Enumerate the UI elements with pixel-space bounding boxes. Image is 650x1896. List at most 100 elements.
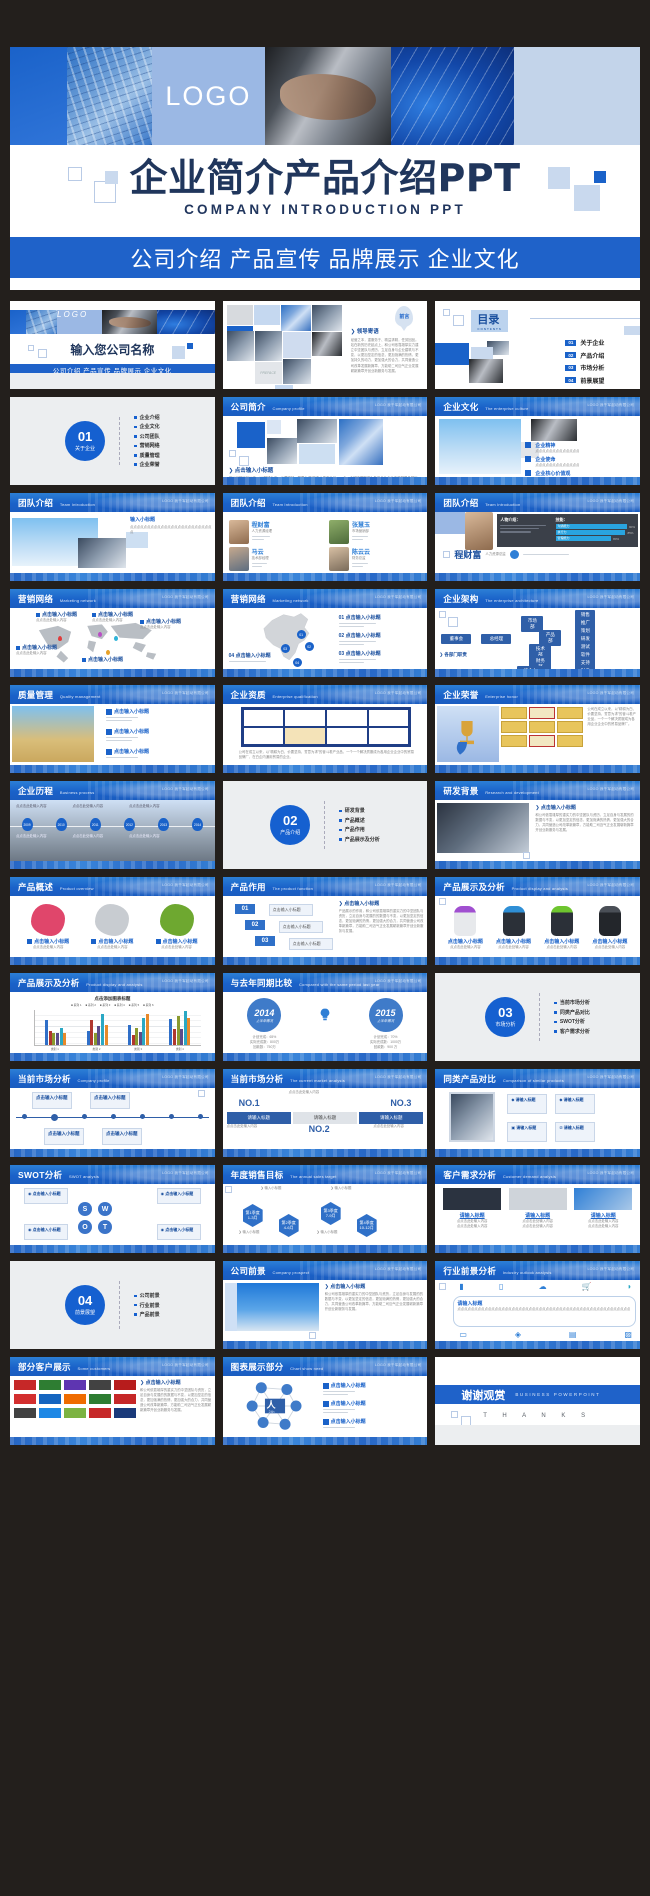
label-no: 04 — [228, 653, 235, 659]
timeline-pin: 2009 — [21, 818, 33, 831]
skills-col: 技能： 沟通能力 90% 执行力 85% 管理能力 80% — [555, 517, 635, 544]
thumb-slide-20-product-function[interactable]: 产品作用 The product function LOGO 我千军起动有限公司… — [222, 877, 428, 965]
team-member-card[interactable]: 陈云云 财务总监 — [328, 547, 421, 571]
needs-col[interactable]: 请输入标题 点点击此处输入内容 点点击此处输入内容 — [443, 1188, 501, 1229]
thumb-slide-29-annual-target[interactable]: 年度销售目标 The annual sales target LOGO 我千军起… — [222, 1165, 428, 1253]
rank-chip[interactable]: 请输入标题 — [226, 1112, 291, 1124]
thumb-slide-34-clients[interactable]: 部分客户展示 Some customers LOGO 我千军起动有限公司 ❯ 点… — [10, 1357, 215, 1445]
client-logo — [89, 1408, 111, 1418]
thumb-slide-33-industry-outlook[interactable]: 行业前景分析 Industry outlook analysis LOGO 我千… — [435, 1261, 640, 1349]
product-card[interactable]: 点击输入小标题 点点击此处输入内容 — [91, 904, 133, 950]
showcase-card[interactable]: 点击输入小标题 点点击此处输入内容 — [592, 906, 627, 950]
thumb-slide-11-china-network[interactable]: 营销网络 Marketing network LOGO 我千军起动有限公司 01… — [222, 589, 428, 677]
product-card[interactable]: 点击输入小标题 点点击此处输入内容 — [27, 904, 69, 950]
map-pin-cyan — [114, 636, 118, 641]
slide-logo-mark: LOGO 我千军起动有限公司 — [162, 499, 209, 503]
slide-footer — [435, 1245, 640, 1253]
hero-logo-text: LOGO — [165, 80, 252, 111]
culture-item: 企业使命 点点点点点点点点点点点点点 — [525, 456, 638, 468]
thumb-slide-24-section-03[interactable]: 03 市场分析 当前市场分析 同类产品对比 SWOT分析 客户需求分析 — [435, 973, 640, 1061]
thumb-slide-28-swot[interactable]: SWOT分析 SWOT analysis LOGO 我千军起动有限公司 ◉ 点击… — [10, 1165, 215, 1253]
section-list-item: 当前市场分析 — [554, 999, 590, 1006]
thumb-slide-31-section-04[interactable]: 04 前景展望 公司前景 行业前景 产品前景 — [10, 1261, 215, 1349]
catalog-item[interactable]: 01 关于企业 — [565, 338, 604, 347]
catalog-item[interactable]: 03 市场分析 — [565, 363, 604, 372]
thumb-slide-26-market-rank[interactable]: 当前市场分析 The current market analysis LOGO … — [222, 1069, 428, 1157]
thumb-slide-4-section-01[interactable]: 01 关于企业 企业介绍 企业文化 公司团队 营销网络 质量管理 企业荣誉 — [10, 397, 215, 485]
thumb-slide-12-org-chart[interactable]: 企业架构 The enterprise architecture LOGO 我千… — [435, 589, 640, 677]
timeline-pin: 2010 — [55, 818, 67, 831]
catalog-item[interactable]: 04 前景展望 — [565, 376, 604, 385]
hero-nav-bar: 公司介绍 产品宣传 品牌展示 企业文化 — [10, 237, 640, 278]
line — [322, 1411, 349, 1414]
thumb-slide-27-product-compare[interactable]: 同类产品对比 Comparison of similar products LO… — [435, 1069, 640, 1157]
thumb-slide-6-culture[interactable]: 企业文化 The enterprise culture LOGO 我千军起动有限… — [435, 397, 640, 485]
section-number-circle: 04 前景展望 — [65, 1285, 106, 1325]
thumb-slide-36-thanks[interactable]: 谢谢观赏 BUSINESS POWERPOINT T H A N K S — [435, 1357, 640, 1445]
thumb-slide-5-company-profile[interactable]: 公司简介 Company profile LOGO 我千军起动有限公司 ❯ 点击… — [222, 397, 428, 485]
thumb-slide-18-rnd-background[interactable]: 研发背景 Research and development LOGO 我千军起动… — [435, 781, 640, 869]
text-block: ❯ 点击输入小标题 和公司依靠雄厚的重实力的中坚团队与资历，立足自身与发展的的数… — [140, 1379, 213, 1414]
member-text-line — [351, 535, 369, 538]
certificate — [285, 710, 325, 726]
quality-item: 点击输入小标题 — [106, 708, 149, 723]
desc-line — [500, 530, 532, 533]
thumb-slide-35-chart-section[interactable]: 图表展示部分 Chart show need LOGO 我千军起动有限公司 人 … — [222, 1357, 428, 1445]
legend-entry: ■ 系列 6 — [143, 1003, 154, 1007]
showcase-card[interactable]: 点击输入小标题 点点击此处输入内容 — [496, 906, 531, 950]
label-line — [338, 658, 377, 661]
thumb-slide-2-preface[interactable]: PREFACE 前言 ❯ 领导寄语 经营之本，重服务于、精益求精，任劳回品。站在… — [222, 301, 428, 389]
thumb-slide-10-world-network[interactable]: 营销网络 Marketing network LOGO 我千军起动有限公司 点击… — [10, 589, 215, 677]
thumb-slide-25-market-timeline[interactable]: 当前市场分析 Company profile LOGO 我千军起动有限公司 点击… — [10, 1069, 215, 1157]
showcase-card[interactable]: 点击输入小标题 点点击此处输入内容 — [448, 906, 483, 950]
needs-col[interactable]: 请输入标题 点点击此处输入内容 点点击此处输入内容 — [574, 1188, 633, 1229]
thumb-slide-30-customer-needs[interactable]: 客户需求分析 Customer demand analysis LOGO 我千军… — [435, 1165, 640, 1253]
thumb-slide-21-product-showcase[interactable]: 产品展示及分析 Product display and analysis LOG… — [435, 877, 640, 965]
thumb-slide-7-team-intro[interactable]: 团队介绍 Team Introduction LOGO 我千军起动有限公司 输入… — [10, 493, 215, 581]
section-number: 01 — [77, 429, 93, 444]
showcase-card[interactable]: 点击输入小标题 点点击此处输入内容 — [544, 906, 579, 950]
compare-box: ◆ 请输入标题 — [555, 1094, 596, 1114]
slide-logo-mark: LOGO 我千军起动有限公司 — [162, 1171, 209, 1175]
slide-header: 营销网络 Marketing network LOGO 我千军起动有限公司 — [10, 589, 215, 608]
slide-title: 团队介绍 Team Introduction — [231, 497, 308, 509]
team-member-card[interactable]: 张慧玉 市场营销部 — [328, 520, 421, 544]
section-divider-line — [324, 801, 326, 849]
cover-image-band: LOGO — [10, 310, 215, 334]
thumb-slide-17-section-02[interactable]: 02 产品介绍 研发背景 产品概述 产品作用 产品展示及分析 — [222, 781, 428, 869]
thumb-slide-23-yoy-compare[interactable]: 与去年同期比较 Compared with the same period la… — [222, 973, 428, 1061]
thumb-slide-32-company-prospect[interactable]: 公司前景 Company prospect LOGO 我千军起动有限公司 ❯ 点… — [222, 1261, 428, 1349]
thumb-slide-15-honors[interactable]: 企业荣誉 Enterprise honor LOGO 我千军起动有限公司 公司在… — [435, 685, 640, 773]
showcase-text: 点点击此处输入内容 — [450, 945, 481, 949]
box-title: 请输入标题 — [515, 1097, 536, 1102]
slide-title-cn: 质量管理 — [18, 689, 54, 700]
rank-chip[interactable]: 请输入标题 — [292, 1112, 358, 1124]
team-member-card[interactable]: 程财富 人力资源经理 — [228, 520, 321, 544]
catalog-item[interactable]: 02 产品介绍 — [565, 351, 604, 360]
box-title: 点击输入小标题 — [32, 1227, 61, 1232]
mosaic-tile-team — [311, 305, 342, 331]
needs-col[interactable]: 请输入标题 点点击此处输入内容 点点击此处输入内容 — [508, 1188, 567, 1229]
thumb-slide-14-certificates[interactable]: 企业资质 Enterprise qualification LOGO 我千军起动… — [222, 685, 428, 773]
industry-icons-bottom: ▭ ◈ ▤ ▨ — [459, 1330, 632, 1339]
thumb-slide-13-quality[interactable]: 质量管理 Quality management LOGO 我千军起动有限公司 点… — [10, 685, 215, 773]
thumb-slide-1-cover[interactable]: LOGO 输入您公司名称 公司介绍 产品宣传 品牌展示 企业文化 — [10, 301, 215, 389]
slide-title-cn: 产品作用 — [230, 881, 266, 892]
timeline-top-notes: 点点击此处输入内容 点点击此处输入内容 点点击此处输入内容 — [16, 804, 160, 809]
label-text: 点击输入小标题 — [345, 615, 381, 621]
x-tick: 类别 3 — [134, 1047, 143, 1051]
thumb-slide-19-product-overview[interactable]: 产品概述 Product overview LOGO 我千军起动有限公司 点击输… — [10, 877, 215, 965]
thumb-slide-16-milestones[interactable]: 企业历程 Business process LOGO 我千军起动有限公司 200… — [10, 781, 215, 869]
thumb-slide-22-bar-chart[interactable]: 产品展示及分析 Product display and analysis LOG… — [10, 973, 215, 1061]
thumb-slide-9-team-profile[interactable]: 团队介绍 Team Introduction LOGO 我千军起动有限公司 人物… — [435, 493, 640, 581]
bullet-icon — [322, 1400, 329, 1407]
slide-title-en: Company profile — [77, 1077, 110, 1083]
product-card[interactable]: 点击输入小标题 点点击此处输入内容 — [155, 904, 198, 950]
bullet-icon — [525, 470, 532, 477]
culture-heading: 企业使命 — [535, 457, 556, 464]
team-member-card[interactable]: 马云 技术部经理 — [228, 547, 321, 571]
slide-footer — [222, 477, 428, 485]
rank-chip[interactable]: 请输入标题 — [359, 1112, 424, 1124]
thumb-slide-8-team-members[interactable]: 团队介绍 Team Introduction LOGO 我千军起动有限公司 程财… — [222, 493, 428, 581]
thumb-slide-3-catalog[interactable]: 目录 CONTENTS 01 关于企业 02 产品介绍 03 市场分析 04 前… — [435, 301, 640, 389]
